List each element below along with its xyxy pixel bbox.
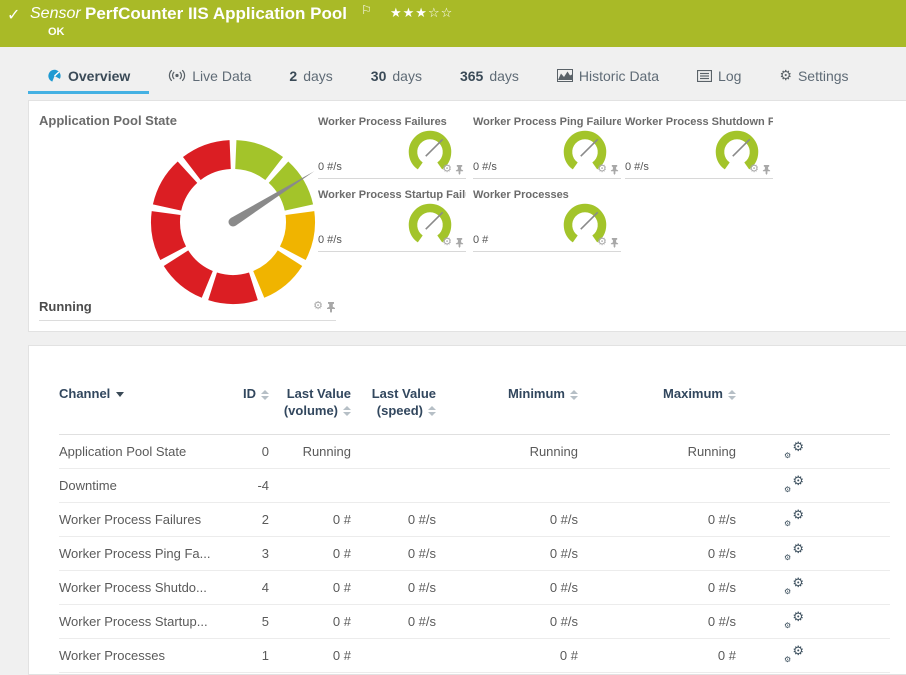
gauge-settings-gear-icon[interactable]: ⚙ [442, 164, 452, 175]
tab-log[interactable]: Log [678, 61, 760, 94]
column-header-id[interactable]: ID [231, 386, 269, 403]
column-header-last-value-volume[interactable]: Last Value (volume) [269, 386, 351, 420]
table-body: Application Pool State 0 Running Running… [59, 435, 890, 673]
log-icon [697, 70, 712, 82]
gauge-pin-icon[interactable] [455, 237, 464, 248]
main-gauge-footer: Running ⚙ [39, 293, 336, 321]
channel-row-application-pool-state[interactable]: Application Pool State 0 Running Running… [59, 435, 890, 469]
column-header-maximum[interactable]: Maximum [578, 386, 736, 403]
sensor-title: PerfCounter IIS Application Pool [85, 4, 347, 24]
column-header-minimum[interactable]: Minimum [436, 386, 578, 403]
channel-settings-icon[interactable]: ⚙⚙ [784, 543, 804, 561]
sort-icon [261, 390, 269, 400]
mini-gauge-worker-process-startup-failu[interactable]: Worker Process Startup Failu... 0 #/s ⚙ [318, 189, 466, 252]
channel-settings-icon[interactable]: ⚙⚙ [784, 611, 804, 629]
channel-settings-icon[interactable]: ⚙⚙ [784, 509, 804, 527]
sort-desc-icon [116, 392, 124, 397]
channel-row-worker-processes[interactable]: Worker Processes 1 0 # 0 # 0 # ⚙⚙ [59, 639, 890, 673]
tab-settings[interactable]: ⚙ Settings [760, 61, 867, 94]
sensor-status-header: ✓ Sensor PerfCounter IIS Application Poo… [0, 0, 906, 47]
gauge-icon [47, 69, 62, 83]
status-check-icon: ✓ [7, 5, 20, 25]
application-pool-state-gauge[interactable] [133, 122, 333, 322]
mini-gauge-worker-process-ping-failures[interactable]: Worker Process Ping Failures 0 #/s ⚙ [473, 116, 621, 179]
chart-icon [557, 69, 573, 82]
channels-table: Channel ID Last Value (volume) Last Valu… [29, 346, 906, 673]
channel-settings-icon[interactable]: ⚙⚙ [784, 645, 804, 663]
priority-stars[interactable]: ★★★☆☆ [390, 5, 453, 21]
tab-2-days[interactable]: 2 days [270, 61, 351, 94]
sort-icon [428, 406, 436, 416]
main-gauge-value: Running [39, 299, 92, 314]
prtg-sensor-page: ✓ Sensor PerfCounter IIS Application Poo… [0, 0, 906, 675]
sort-icon [570, 390, 578, 400]
column-header-channel[interactable]: Channel [59, 386, 231, 403]
gear-icon: ⚙ [779, 67, 792, 84]
flag-icon[interactable]: ⚐ [361, 3, 372, 17]
channel-row-worker-process-startup[interactable]: Worker Process Startup... 5 0 # 0 #/s 0 … [59, 605, 890, 639]
gauge-settings-gear-icon[interactable]: ⚙ [597, 164, 607, 175]
sensor-status-badge: OK [48, 26, 65, 38]
sort-icon [343, 406, 351, 416]
channel-row-worker-process-failures[interactable]: Worker Process Failures 2 0 # 0 #/s 0 #/… [59, 503, 890, 537]
channel-row-worker-process-ping-fa[interactable]: Worker Process Ping Fa... 3 0 # 0 #/s 0 … [59, 537, 890, 571]
tab-overview[interactable]: Overview [28, 61, 149, 94]
tab-live-data[interactable]: Live Data [149, 61, 270, 94]
mini-gauge-worker-process-shutdown-fa[interactable]: Worker Process Shutdown Fa... 0 #/s ⚙ [625, 116, 773, 179]
sort-icon [728, 390, 736, 400]
gauge-pin-icon[interactable] [610, 164, 619, 175]
tab-365-days[interactable]: 365 days [441, 61, 538, 94]
sensor-kind-label: Sensor [30, 5, 81, 23]
tab-30-days[interactable]: 30 days [352, 61, 441, 94]
mini-gauge-worker-process-failures[interactable]: Worker Process Failures 0 #/s ⚙ [318, 116, 466, 179]
channel-settings-icon[interactable]: ⚙⚙ [784, 475, 804, 493]
gauge-pin-icon[interactable] [455, 164, 464, 175]
gauges-panel: Application Pool State Running ⚙ Worker … [28, 100, 906, 332]
tab-bar: Overview Live Data 2 days 30 days 365 da… [0, 59, 906, 95]
gauge-settings-gear-icon[interactable]: ⚙ [749, 164, 759, 175]
channel-settings-icon[interactable]: ⚙⚙ [784, 577, 804, 595]
gauge-settings-gear-icon[interactable]: ⚙ [313, 301, 323, 312]
gauge-pin-icon[interactable] [610, 237, 619, 248]
gauge-pin-icon[interactable] [326, 301, 336, 313]
gauge-settings-gear-icon[interactable]: ⚙ [442, 237, 452, 248]
gauge-pin-icon[interactable] [762, 164, 771, 175]
channels-table-panel: Channel ID Last Value (volume) Last Valu… [28, 345, 906, 675]
column-header-last-value-speed[interactable]: Last Value (speed) [351, 386, 436, 420]
tab-historic-data[interactable]: Historic Data [538, 61, 678, 94]
channel-settings-icon[interactable]: ⚙⚙ [784, 441, 804, 459]
channel-row-downtime[interactable]: Downtime -4 ⚙⚙ [59, 469, 890, 503]
broadcast-icon [168, 69, 186, 82]
table-header-row: Channel ID Last Value (volume) Last Valu… [59, 386, 890, 435]
mini-gauge-worker-processes[interactable]: Worker Processes 0 # ⚙ [473, 189, 621, 252]
gauge-settings-gear-icon[interactable]: ⚙ [597, 237, 607, 248]
channel-row-worker-process-shutdo[interactable]: Worker Process Shutdo... 4 0 # 0 #/s 0 #… [59, 571, 890, 605]
